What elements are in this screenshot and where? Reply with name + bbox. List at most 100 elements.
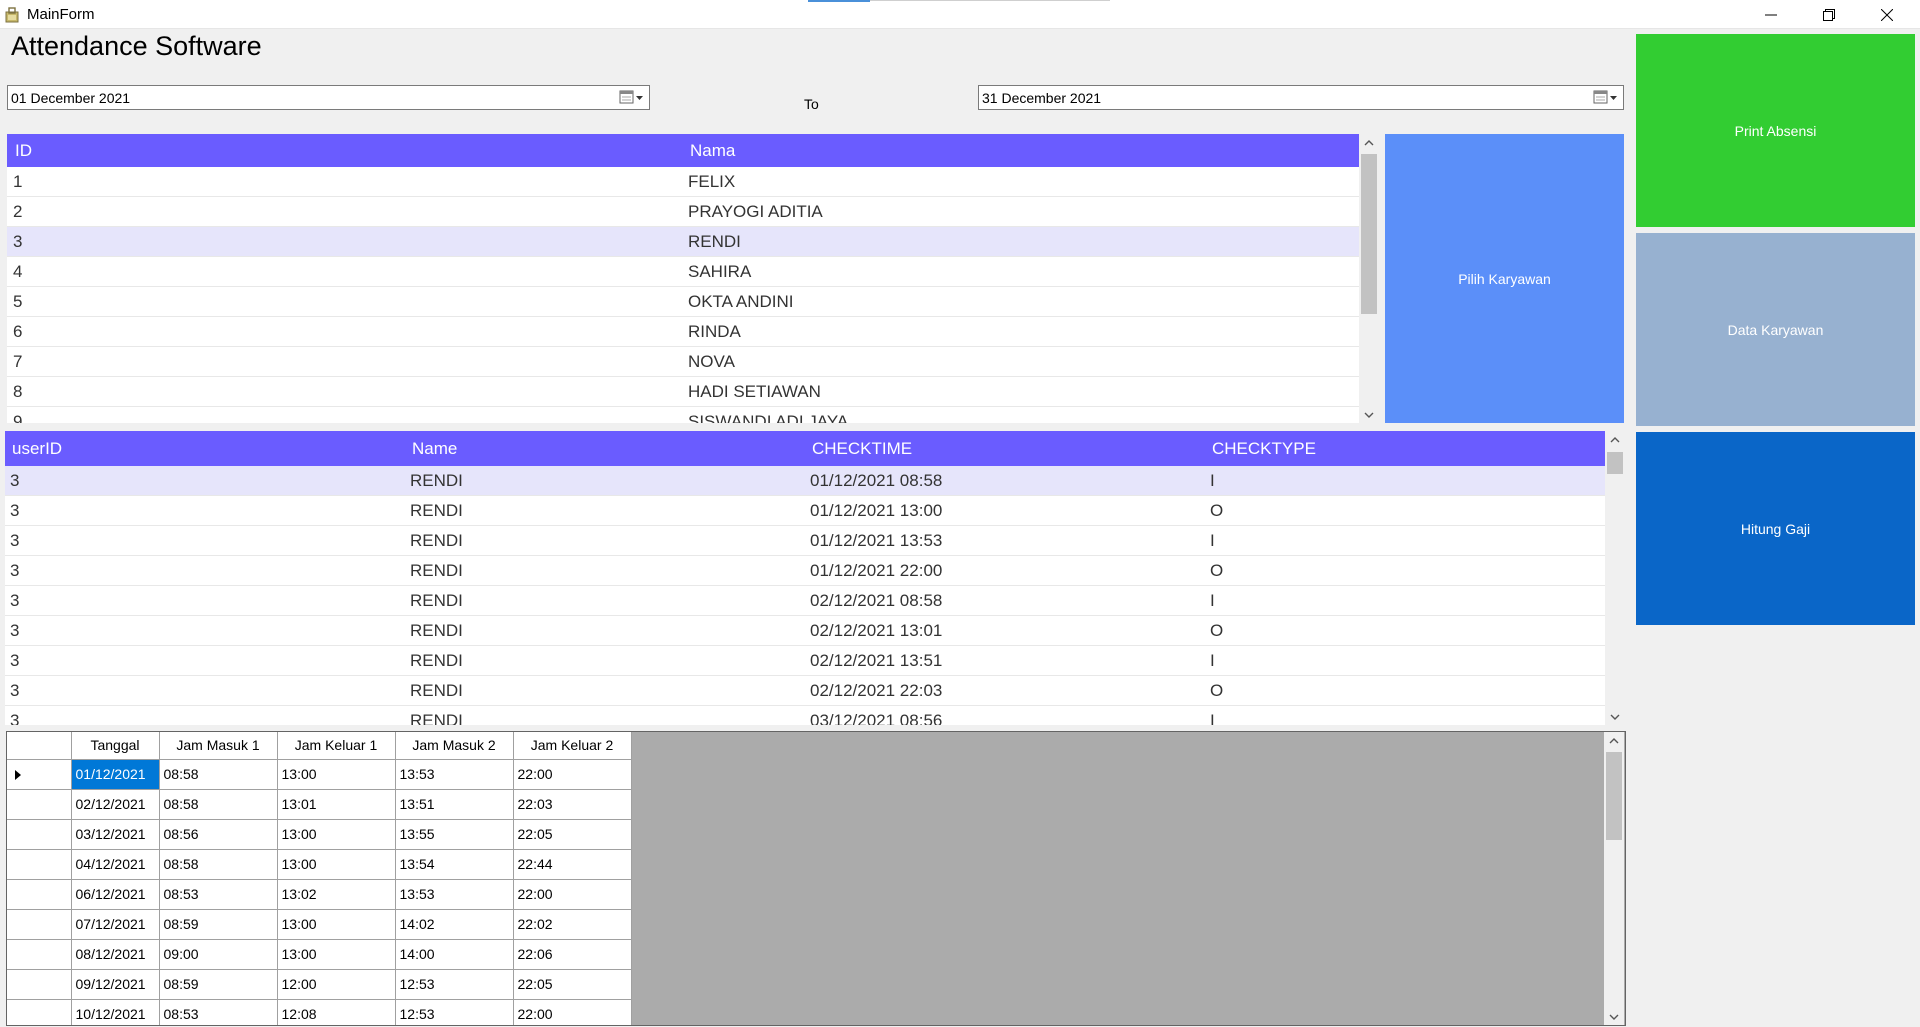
calendar-icon[interactable] <box>1591 89 1619 106</box>
employee-row[interactable]: 8 HADI SETIAWAN <box>7 377 1359 407</box>
summary-cell[interactable]: 14:02 <box>395 909 514 940</box>
column-header-name[interactable]: Name <box>412 439 457 459</box>
summary-cell[interactable]: 13:01 <box>277 789 396 820</box>
minimize-button[interactable] <box>1742 0 1800 29</box>
summary-cell[interactable]: 22:05 <box>513 969 632 1000</box>
summary-cell[interactable]: 08:59 <box>159 969 278 1000</box>
summary-cell[interactable]: 08:56 <box>159 819 278 850</box>
column-header-jam-masuk-1[interactable]: Jam Masuk 1 <box>159 732 278 760</box>
summary-cell[interactable]: 13:00 <box>277 819 396 850</box>
summary-cell-tanggal[interactable]: 04/12/2021 <box>71 849 160 880</box>
employee-row[interactable]: 2 PRAYOGI ADITIA <box>7 197 1359 227</box>
hitung-gaji-button[interactable]: Hitung Gaji <box>1636 432 1915 625</box>
close-button[interactable] <box>1858 0 1916 29</box>
summary-row[interactable]: 08/12/2021 09:00 13:00 14:00 22:06 <box>7 939 632 970</box>
summary-cell[interactable]: 09:00 <box>159 939 278 970</box>
summary-cell[interactable]: 22:00 <box>513 999 632 1025</box>
scroll-down-icon[interactable] <box>1604 1008 1624 1025</box>
checkin-row[interactable]: 3 RENDI 02/12/2021 13:01 O <box>5 616 1605 646</box>
summary-cell[interactable]: 22:00 <box>513 759 632 790</box>
summary-cell-tanggal-current[interactable]: 01/12/2021 <box>71 759 160 790</box>
scroll-down-icon[interactable] <box>1605 708 1625 725</box>
restore-button[interactable] <box>1800 0 1858 29</box>
summary-cell[interactable]: 13:00 <box>277 939 396 970</box>
row-header[interactable] <box>7 819 72 850</box>
summary-row[interactable]: 01/12/2021 08:58 13:00 13:53 22:00 <box>7 759 632 790</box>
summary-cell[interactable]: 08:58 <box>159 789 278 820</box>
summary-cell[interactable]: 13:02 <box>277 879 396 910</box>
summary-cell[interactable]: 08:59 <box>159 909 278 940</box>
summary-cell[interactable]: 13:55 <box>395 819 514 850</box>
checkin-row[interactable]: 3 RENDI 01/12/2021 13:00 O <box>5 496 1605 526</box>
checkin-row-selected[interactable]: 3 RENDI 01/12/2021 08:58 I <box>5 466 1605 496</box>
summary-row[interactable]: 07/12/2021 08:59 13:00 14:02 22:02 <box>7 909 632 940</box>
column-header-nama[interactable]: Nama <box>690 141 735 161</box>
summary-cell-tanggal[interactable]: 07/12/2021 <box>71 909 160 940</box>
summary-cell-tanggal[interactable]: 02/12/2021 <box>71 789 160 820</box>
scroll-thumb[interactable] <box>1607 452 1623 474</box>
scroll-up-icon[interactable] <box>1605 431 1625 448</box>
column-header-id[interactable]: ID <box>15 141 32 161</box>
column-header-jam-keluar-1[interactable]: Jam Keluar 1 <box>277 732 396 760</box>
employee-row[interactable]: 9 SISWANDI ADI JAYA <box>7 407 1359 423</box>
summary-row[interactable]: 10/12/2021 08:53 12:08 12:53 22:00 <box>7 999 632 1025</box>
summary-cell[interactable]: 08:58 <box>159 759 278 790</box>
summary-cell[interactable]: 08:53 <box>159 879 278 910</box>
summary-row[interactable]: 09/12/2021 08:59 12:00 12:53 22:05 <box>7 969 632 1000</box>
date-from-picker[interactable]: 01 December 2021 <box>7 85 650 110</box>
column-header-userid[interactable]: userID <box>12 439 62 459</box>
summary-cell[interactable]: 13:00 <box>277 849 396 880</box>
summary-cell-tanggal[interactable]: 06/12/2021 <box>71 879 160 910</box>
checkin-row[interactable]: 3 RENDI 03/12/2021 08:56 I <box>5 706 1605 725</box>
summary-cell[interactable]: 22:05 <box>513 819 632 850</box>
scroll-thumb[interactable] <box>1361 154 1377 314</box>
employee-row[interactable]: 6 RINDA <box>7 317 1359 347</box>
summary-cell-tanggal[interactable]: 09/12/2021 <box>71 969 160 1000</box>
column-header-checktype[interactable]: CHECKTYPE <box>1212 439 1316 459</box>
summary-cell[interactable]: 13:00 <box>277 909 396 940</box>
column-header-checktime[interactable]: CHECKTIME <box>812 439 912 459</box>
checkin-grid-scrollbar[interactable] <box>1605 431 1625 725</box>
scroll-up-icon[interactable] <box>1604 732 1624 749</box>
summary-cell[interactable]: 13:51 <box>395 789 514 820</box>
employee-row[interactable]: 4 SAHIRA <box>7 257 1359 287</box>
row-header[interactable] <box>7 909 72 940</box>
summary-cell[interactable]: 13:54 <box>395 849 514 880</box>
scroll-thumb[interactable] <box>1606 752 1622 840</box>
column-header-jam-masuk-2[interactable]: Jam Masuk 2 <box>395 732 514 760</box>
row-header[interactable] <box>7 849 72 880</box>
summary-cell[interactable]: 12:08 <box>277 999 396 1025</box>
summary-row[interactable]: 02/12/2021 08:58 13:01 13:51 22:03 <box>7 789 632 820</box>
summary-grid-scrollbar[interactable] <box>1604 732 1624 1025</box>
summary-cell[interactable]: 13:53 <box>395 879 514 910</box>
column-header-tanggal[interactable]: Tanggal <box>71 732 160 760</box>
summary-cell[interactable]: 13:00 <box>277 759 396 790</box>
summary-cell[interactable]: 22:06 <box>513 939 632 970</box>
summary-cell-tanggal[interactable]: 10/12/2021 <box>71 999 160 1025</box>
summary-cell[interactable]: 08:58 <box>159 849 278 880</box>
summary-cell[interactable]: 22:44 <box>513 849 632 880</box>
checkin-row[interactable]: 3 RENDI 01/12/2021 22:00 O <box>5 556 1605 586</box>
employee-row-selected[interactable]: 3 RENDI <box>7 227 1359 257</box>
employee-grid-scrollbar[interactable] <box>1359 134 1379 423</box>
row-header[interactable] <box>7 789 72 820</box>
row-header[interactable] <box>7 969 72 1000</box>
row-header[interactable] <box>7 999 72 1025</box>
print-absensi-button[interactable]: Print Absensi <box>1636 34 1915 227</box>
summary-cell-tanggal[interactable]: 08/12/2021 <box>71 939 160 970</box>
scroll-up-icon[interactable] <box>1359 134 1379 151</box>
column-header-jam-keluar-2[interactable]: Jam Keluar 2 <box>513 732 632 760</box>
pilih-karyawan-button[interactable]: Pilih Karyawan <box>1385 134 1624 423</box>
checkin-row[interactable]: 3 RENDI 02/12/2021 08:58 I <box>5 586 1605 616</box>
summary-cell[interactable]: 12:53 <box>395 969 514 1000</box>
row-header[interactable] <box>7 759 72 790</box>
calendar-icon[interactable] <box>617 89 645 106</box>
checkin-row[interactable]: 3 RENDI 02/12/2021 22:03 O <box>5 676 1605 706</box>
summary-row[interactable]: 04/12/2021 08:58 13:00 13:54 22:44 <box>7 849 632 880</box>
employee-row[interactable]: 1 FELIX <box>7 167 1359 197</box>
row-header[interactable] <box>7 939 72 970</box>
data-karyawan-button[interactable]: Data Karyawan <box>1636 233 1915 426</box>
summary-row[interactable]: 06/12/2021 08:53 13:02 13:53 22:00 <box>7 879 632 910</box>
summary-row[interactable]: 03/12/2021 08:56 13:00 13:55 22:05 <box>7 819 632 850</box>
summary-cell[interactable]: 22:02 <box>513 909 632 940</box>
